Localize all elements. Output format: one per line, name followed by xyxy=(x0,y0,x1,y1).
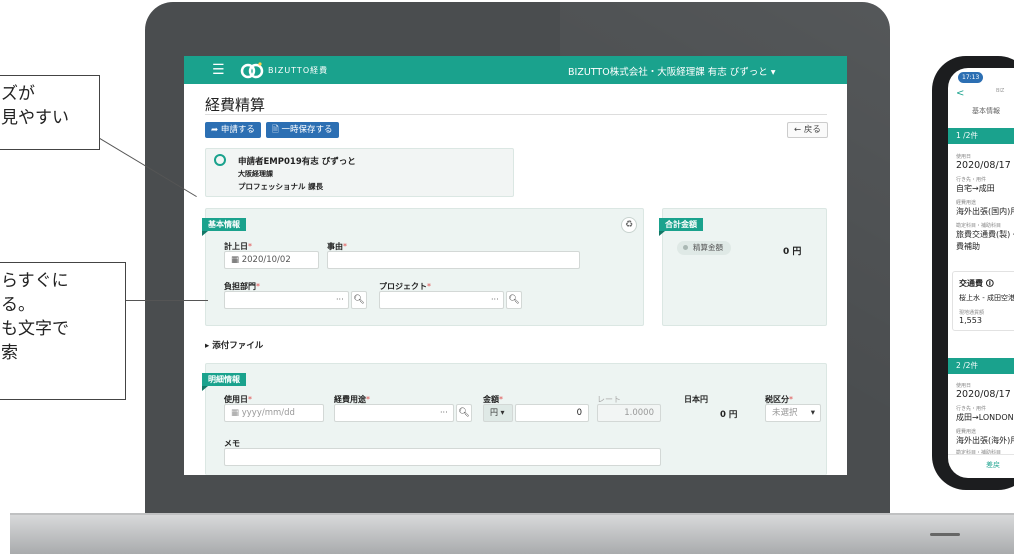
dept-more-icon[interactable]: ··· xyxy=(336,295,344,304)
callout-text: も文字で xyxy=(1,319,69,339)
jpy-label: 日本円 xyxy=(684,395,708,404)
phone-bottom-bar: 差戻 xyxy=(948,454,1014,478)
reason-field[interactable] xyxy=(327,251,580,269)
phone-route-2: 成田→LONDON xyxy=(956,413,1014,422)
applicant-dept: 大阪経理課 xyxy=(238,170,273,178)
callout-box-2: らすぐに る。 も文字で 索 xyxy=(0,262,126,400)
phone-transport-card[interactable]: 交通費 🛈 桜上水 - 成田空港 現地通貨額 1,553 xyxy=(952,271,1014,331)
detail-tag: 明細情報 xyxy=(202,373,246,391)
phone-account-label: 勘定科目・補助科目 xyxy=(956,223,1002,229)
page-title: 経費精算 xyxy=(205,96,266,114)
applicant-name: 申請者EMP019有志 びずっと xyxy=(238,157,356,167)
purpose-field[interactable] xyxy=(334,404,454,422)
purpose-more-icon[interactable]: ··· xyxy=(440,408,448,417)
chevron-down-icon: ▾ xyxy=(810,408,815,418)
phone-use-date-label-2: 使用日 xyxy=(956,383,972,389)
phone-card-route: 桜上水 - 成田空港 xyxy=(959,294,1014,302)
callout-text: 見やすい xyxy=(1,108,69,128)
logo-text: BIZUTTO経費 xyxy=(268,66,329,75)
promo-scene: ☰ BIZUTTO経費 BIZUTTO株式会社・大阪経理課 有志 びずっと ▾ … xyxy=(0,0,1014,554)
refund-label: 精算金額 xyxy=(677,241,731,255)
total-panel: 合計金額 精算金額 0 円 xyxy=(659,208,827,326)
laptop-base xyxy=(10,513,1014,554)
total-tag: 合計金額 xyxy=(659,218,703,236)
phone-purpose-2: 海外出張(海外)用 xyxy=(956,436,1014,445)
back-icon[interactable]: < xyxy=(956,88,964,99)
recycle-icon[interactable]: ♻ xyxy=(621,217,637,233)
save-draft-button[interactable]: 🗎 一時保存する xyxy=(266,122,339,138)
post-date-field[interactable]: ▦ 2020/10/02 xyxy=(224,251,319,269)
phone-route: 自宅→成田 xyxy=(956,184,995,193)
org-user-menu[interactable]: BIZUTTO株式会社・大阪経理課 有志 びずっと ▾ xyxy=(568,64,776,78)
detail-panel: 明細情報 使用日* ▦ yyyy/mm/dd 経費用途* ··· 🔍︎ 金額* … xyxy=(202,363,827,475)
callout-box-1: ズが 見やすい xyxy=(0,75,100,150)
refund-value: 0 円 xyxy=(783,247,802,257)
project-field[interactable] xyxy=(379,291,504,309)
phone-account-1: 旅費交通費(製)・旅 xyxy=(956,230,1014,239)
app-header: ☰ BIZUTTO経費 BIZUTTO株式会社・大阪経理課 有志 びずっと ▾ xyxy=(184,56,847,84)
dept-search-icon[interactable]: 🔍︎ xyxy=(351,291,367,309)
phone-time: 17:13 xyxy=(958,72,984,83)
phone-use-date-label: 使用日 xyxy=(956,154,972,160)
phone-screen: 17:13 < BIZ 基本情報 1 /2件 使用日 2020/08/17 行き… xyxy=(948,68,1014,478)
basic-info-panel: 基本情報 ♻ 計上日* ▦ 2020/10/02 事由* 負担部門* ··· 🔍… xyxy=(202,208,644,326)
phone-purpose-label-2: 経費用途 xyxy=(956,429,977,435)
phone-purpose-label: 経費用途 xyxy=(956,200,977,206)
phone-brand: BIZ xyxy=(996,88,1005,94)
menu-icon[interactable]: ☰ xyxy=(212,63,225,77)
phone-route-label: 行き先・用件 xyxy=(956,177,987,183)
phone-use-date: 2020/08/17 xyxy=(956,160,1011,171)
callout-text: らすぐに xyxy=(1,271,69,291)
phone-card-amount-label: 現地通貨額 xyxy=(959,310,985,316)
project-search-icon[interactable]: 🔍︎ xyxy=(506,291,522,309)
callout-text: ズが xyxy=(1,84,35,104)
callout-connector-2 xyxy=(126,300,208,301)
project-more-icon[interactable]: ··· xyxy=(491,295,499,304)
basic-info-tag: 基本情報 xyxy=(202,218,246,236)
phone-item-count-2: 2 /2件 xyxy=(948,358,1014,374)
phone-card-title: 交通費 🛈 xyxy=(959,279,994,288)
phone-tab-basic[interactable]: 基本情報 xyxy=(972,106,1000,116)
calendar-icon: ▦ xyxy=(231,255,242,265)
applicant-card: 申請者EMP019有志 びずっと 大阪経理課 プロフェッショナル 課長 xyxy=(205,148,514,197)
dept-field[interactable] xyxy=(224,291,349,309)
phone-card-amount: 1,553 xyxy=(959,316,982,325)
phone-return-button[interactable]: 差戻 xyxy=(986,460,1000,470)
applicant-title: プロフェッショナル 課長 xyxy=(238,182,324,191)
attachments-toggle[interactable]: ▸ 添付ファイル xyxy=(205,339,263,351)
phone-account-2: 費補助 xyxy=(956,242,980,251)
callout-text: る。 xyxy=(1,295,35,315)
calendar-icon: ▦ xyxy=(231,408,242,418)
title-divider xyxy=(205,114,827,115)
currency-select[interactable]: 円 ▾ xyxy=(483,404,513,422)
apply-button[interactable]: ➦ 申請する xyxy=(205,122,261,138)
laptop-screen: ☰ BIZUTTO経費 BIZUTTO株式会社・大阪経理課 有志 びずっと ▾ … xyxy=(184,56,847,475)
back-button[interactable]: ← 戻る xyxy=(787,122,828,138)
laptop-notch xyxy=(930,533,960,536)
jpy-value: 0 円 xyxy=(720,410,738,420)
phone-item-count: 1 /2件 xyxy=(948,128,1014,144)
memo-field[interactable] xyxy=(224,448,661,466)
callout-text: 索 xyxy=(1,343,18,363)
logo-icon xyxy=(240,62,264,79)
use-date-field[interactable]: ▦ yyyy/mm/dd xyxy=(224,404,324,422)
phone-purpose: 海外出張(国内)用 xyxy=(956,207,1014,216)
phone-route-label-2: 行き先・用件 xyxy=(956,406,987,412)
amount-field[interactable]: 0 xyxy=(515,404,589,422)
phone-use-date-2: 2020/08/17 xyxy=(956,389,1011,400)
user-icon xyxy=(214,154,226,166)
rate-field[interactable]: 1.0000 xyxy=(597,404,661,422)
purpose-search-icon[interactable]: 🔍︎ xyxy=(456,404,472,422)
tax-select[interactable]: 未選択 ▾ xyxy=(765,404,821,422)
